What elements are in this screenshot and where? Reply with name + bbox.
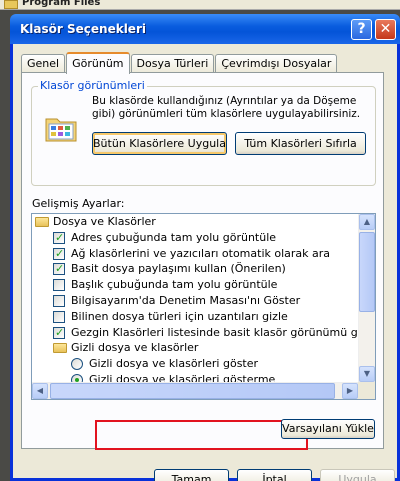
scrollbar-corner bbox=[358, 382, 375, 399]
horizontal-scrollbar[interactable]: ◀ ▶ bbox=[32, 382, 358, 399]
scroll-left-arrow-icon[interactable]: ◀ bbox=[32, 383, 48, 399]
folder-icon bbox=[4, 0, 18, 9]
checkbox[interactable] bbox=[53, 294, 65, 307]
advanced-settings-items: Dosya ve Klasörler Adres çubuğunda tam yo… bbox=[32, 214, 358, 382]
list-item-label: Dosya ve Klasörler bbox=[53, 215, 156, 228]
restore-defaults-button[interactable]: Varsayılanı Yükle bbox=[281, 419, 375, 439]
list-item-label: Basit dosya paylaşımı kullan (Önerilen) bbox=[71, 262, 286, 276]
list-item-label: Gizli dosya ve klasörleri göster bbox=[89, 357, 259, 371]
close-button[interactable]: ✕ bbox=[375, 19, 396, 40]
list-item[interactable]: Ağ klasörlerini ve yazıcıları otomatik o… bbox=[32, 246, 358, 261]
list-item[interactable]: Gizli dosya ve klasörleri gösterme bbox=[32, 372, 358, 382]
horizontal-scroll-thumb[interactable] bbox=[50, 383, 335, 399]
list-item[interactable]: Bilinen dosya türleri için uzantıları gi… bbox=[32, 309, 358, 325]
folder-views-legend: Klasör görünümleri bbox=[38, 79, 147, 92]
cancel-button[interactable]: İptal bbox=[237, 469, 312, 481]
checkbox[interactable] bbox=[53, 261, 65, 277]
checkbox[interactable] bbox=[53, 325, 65, 340]
scroll-right-arrow-icon[interactable]: ▶ bbox=[342, 383, 358, 399]
checkbox[interactable] bbox=[53, 310, 65, 323]
radio-button[interactable] bbox=[71, 373, 83, 382]
list-item-label: Gizli dosya ve klasörleri gösterme bbox=[89, 372, 276, 382]
folder-icon bbox=[53, 343, 67, 354]
background-window-strip: Program Files bbox=[0, 0, 400, 10]
vertical-scrollbar[interactable]: ▲ ▼ bbox=[358, 214, 375, 382]
list-category: Gizli dosya ve klasörler bbox=[32, 340, 358, 356]
view-tab-panel: Klasör görünümleri Bu klasörde kullandığ… bbox=[21, 72, 384, 450]
tab-file-types[interactable]: Dosya Türleri bbox=[130, 54, 215, 73]
tab-general[interactable]: Genel bbox=[21, 54, 66, 73]
list-item-label: Gezgin Klasörleri listesinde basit klasö… bbox=[71, 325, 358, 339]
list-category: Dosya ve Klasörler bbox=[32, 214, 358, 230]
tab-view[interactable]: Görünüm bbox=[66, 52, 130, 74]
advanced-settings-list[interactable]: Dosya ve Klasörler Adres çubuğunda tam yo… bbox=[31, 213, 376, 400]
title-bar[interactable]: Klasör Seçenekleri ? ✕ bbox=[10, 14, 400, 44]
scroll-up-arrow-icon[interactable]: ▲ bbox=[359, 214, 375, 230]
advanced-settings-label: Gelişmiş Ayarlar: bbox=[32, 197, 125, 210]
annotation-highlight-box bbox=[95, 420, 308, 450]
list-item[interactable]: Bilgisayarım'da Denetim Masası'nı Göster bbox=[32, 293, 358, 309]
folder-views-description: Bu klasörde kullandığınız (Ayrıntılar ya… bbox=[92, 95, 361, 120]
list-item-label: Başlık çubuğunda tam yolu görüntüle bbox=[71, 278, 278, 292]
apply-button[interactable]: Uygula bbox=[320, 469, 395, 481]
list-item-label: Bilgisayarım'da Denetim Masası'nı Göster bbox=[71, 293, 301, 307]
list-item[interactable]: Gizli dosya ve klasörleri göster bbox=[32, 356, 358, 372]
list-item-label: Ağ klasörlerini ve yazıcıları otomatik o… bbox=[71, 246, 331, 260]
list-item[interactable]: Gezgin Klasörleri listesinde basit klasö… bbox=[32, 325, 358, 340]
folder-options-dialog: Klasör Seçenekleri ? ✕ Genel Görünüm Dos… bbox=[10, 14, 400, 481]
folder-icon bbox=[35, 217, 49, 227]
list-item-label: Gizli dosya ve klasörler bbox=[71, 341, 199, 355]
list-item[interactable]: Adres çubuğunda tam yolu görüntüle bbox=[32, 230, 358, 246]
checkbox[interactable] bbox=[53, 230, 65, 246]
checkbox[interactable] bbox=[53, 279, 65, 292]
list-item[interactable]: Basit dosya paylaşımı kullan (Önerilen) bbox=[32, 261, 358, 277]
background-label: Program Files bbox=[22, 0, 101, 8]
checkbox[interactable] bbox=[53, 246, 65, 261]
apply-to-all-folders-button[interactable]: Bütün Klasörlere Uygula bbox=[92, 132, 227, 155]
vertical-scroll-thumb[interactable] bbox=[359, 232, 375, 312]
reset-all-folders-button[interactable]: Tüm Klasörleri Sıfırla bbox=[235, 132, 366, 155]
radio-button[interactable] bbox=[71, 358, 83, 371]
tab-offline-files[interactable]: Çevrimdışı Dosyalar bbox=[215, 54, 338, 73]
ok-button[interactable]: Tamam bbox=[154, 469, 229, 481]
list-item-label: Bilinen dosya türleri için uzantıları gi… bbox=[71, 309, 288, 323]
folder-views-icon bbox=[45, 118, 77, 142]
dialog-client-area: Genel Görünüm Dosya Türleri Çevrimdışı D… bbox=[13, 44, 397, 481]
help-button[interactable]: ? bbox=[351, 19, 372, 40]
list-item[interactable]: Başlık çubuğunda tam yolu görüntüle bbox=[32, 277, 358, 293]
folder-views-group: Klasör görünümleri Bu klasörde kullandığ… bbox=[31, 79, 376, 186]
scroll-down-arrow-icon[interactable]: ▼ bbox=[359, 366, 375, 382]
tab-strip: Genel Görünüm Dosya Türleri Çevrimdışı D… bbox=[21, 51, 338, 74]
window-title: Klasör Seçenekleri bbox=[20, 22, 146, 36]
list-item-label: Adres çubuğunda tam yolu görüntüle bbox=[71, 230, 277, 244]
